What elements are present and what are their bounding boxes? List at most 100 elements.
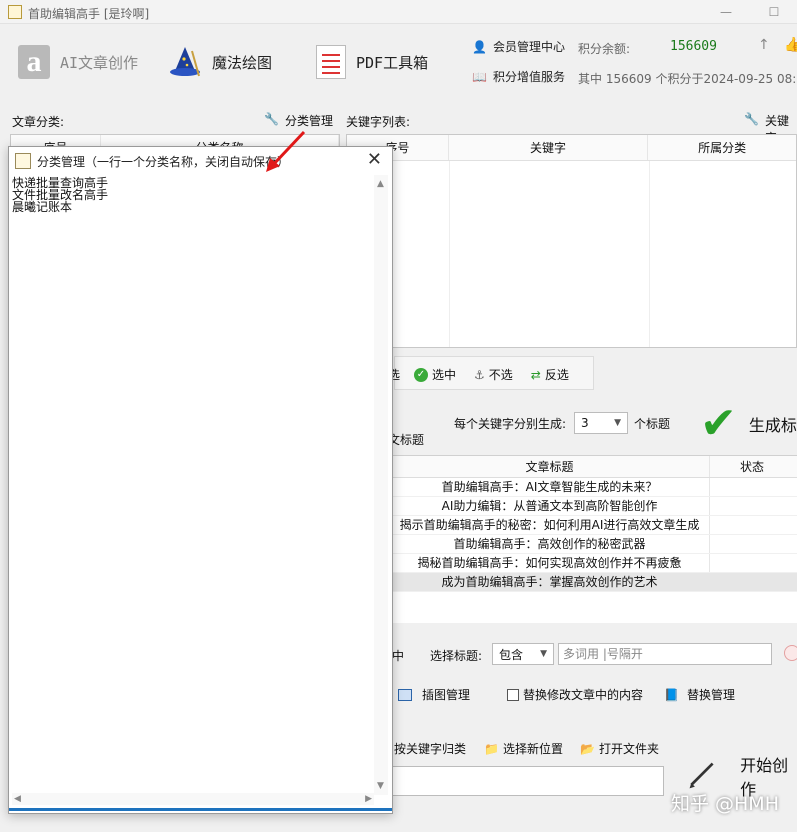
sort-up-icon[interactable]: ↑ — [758, 37, 770, 53]
big-check-icon: ✔ — [700, 398, 737, 449]
keyword-grid[interactable]: 序号 关键字 所属分类 — [346, 134, 797, 348]
table-row[interactable]: AI助力编辑：从普通文本到高阶智能创作 — [390, 497, 797, 516]
choose-location-button[interactable]: 📁 选择新位置 — [484, 740, 563, 757]
title-cell: 首助编辑高手：高效创作的秘密武器 — [390, 535, 710, 553]
category-label: 文章分类: — [12, 115, 65, 129]
replace-manage-label: 替换管理 — [686, 688, 735, 702]
ai-article-button[interactable]: a AI文章创作 — [18, 42, 138, 82]
edit-doc-icon — [15, 153, 31, 169]
title-cell: 揭示首助编辑高手的秘密：如何利用AI进行高效文章生成 — [390, 516, 710, 534]
titles-header: 文章标题 状态 — [390, 456, 797, 478]
member-center-link[interactable]: 👤 会员管理中心 — [472, 38, 565, 55]
vertical-scrollbar[interactable]: ▲ ▼ — [374, 175, 388, 795]
keyword-list-label: 关键字列表: — [346, 115, 411, 129]
open-folder-button[interactable]: 📂 打开文件夹 — [580, 740, 659, 757]
titles-table[interactable]: 文章标题 状态 首助编辑高手：AI文章智能生成的未来？ AI助力编辑：从普通文本… — [390, 455, 797, 623]
invert-icon: ⇄ — [530, 367, 541, 382]
image-icon — [398, 688, 412, 701]
ai-article-label: AI文章创作 — [60, 53, 139, 72]
points-balance-label: 积分余额: — [578, 42, 631, 56]
dialog-title: 分类管理（一行一个分类名称，关闭自动保存） — [37, 155, 290, 169]
table-row[interactable]: 揭示首助编辑高手的秘密：如何利用AI进行高效文章生成 — [390, 516, 797, 535]
dialog-accent-bar — [9, 808, 392, 811]
checkbox-box[interactable] — [507, 688, 519, 701]
annotation-arrow — [266, 130, 306, 172]
select-label: 选中 — [432, 368, 457, 382]
minimize-icon[interactable]: — — [718, 4, 734, 20]
titles-unit: 个标题 — [634, 417, 671, 431]
open-folder-label: 打开文件夹 — [598, 742, 659, 756]
app-icon — [8, 5, 22, 19]
thumbs-up-icon[interactable]: 👍 — [784, 37, 797, 53]
clear-filter-button[interactable] — [784, 645, 797, 661]
per-keyword-label: 每个关键字分别生成: — [454, 417, 567, 431]
horizontal-scrollbar[interactable]: ◀ ▶ — [12, 793, 374, 805]
title-cell: AI助力编辑：从普通文本到高阶智能创作 — [390, 497, 710, 515]
pdf-tools-button[interactable]: PDF工具箱 — [316, 42, 428, 82]
contain-value: 包含 — [499, 647, 524, 662]
contain-select[interactable]: 包含 ▼ — [492, 643, 554, 665]
title-keyword-input[interactable]: 多词用 |号隔开 — [558, 643, 772, 665]
invert-label: 反选 — [544, 368, 569, 382]
deselect-label: 不选 — [488, 368, 513, 382]
replace-content-checkbox[interactable]: 替换修改文章中的内容 — [507, 686, 643, 703]
invert-button[interactable]: ⇄ 反选 — [531, 366, 569, 383]
select-button[interactable]: ✓ 选中 — [414, 366, 456, 383]
close-icon[interactable]: ✕ — [367, 149, 382, 170]
image-manage-button[interactable]: 插图管理 — [398, 686, 470, 703]
check-circle-icon: ✓ — [414, 367, 428, 382]
by-keyword-option[interactable]: 按关键字归类 — [394, 740, 466, 757]
col-article-title: 文章标题 — [390, 456, 710, 477]
folder-plus-icon: 📁 — [484, 741, 499, 756]
magic-draw-button[interactable]: 魔法绘图 — [168, 42, 272, 82]
table-row[interactable]: 首助编辑高手：高效创作的秘密武器 — [390, 535, 797, 554]
select-title-label: 选择标题: — [430, 649, 483, 663]
folder-open-icon: 📂 — [580, 741, 595, 756]
choose-location-label: 选择新位置 — [502, 742, 563, 756]
member-icon: 👤 — [472, 39, 487, 54]
category-manage-label: 分类管理 — [284, 114, 333, 128]
pdf-tools-label: PDF工具箱 — [356, 53, 429, 72]
filter-partial-label: 中 — [392, 649, 405, 663]
wizard-hat-icon — [170, 47, 200, 77]
title-bar: 首助编辑高手 [是玲啊] — ☐ — [0, 0, 797, 24]
maximize-icon[interactable]: ☐ — [766, 4, 782, 20]
deselect-button[interactable]: ⚓ 不选 — [474, 366, 513, 383]
category-textarea[interactable] — [12, 175, 371, 795]
generate-titles-button[interactable]: ✔ 生成标 — [700, 398, 797, 449]
table-row[interactable]: 揭秘首助编辑高手：如何实现高效创作并不再疲惫 — [390, 554, 797, 573]
per-keyword-value: 3 — [581, 416, 589, 430]
table-row[interactable]: 成为首助编辑高手：掌握高效创作的艺术 — [390, 573, 797, 592]
chevron-down-icon: ▼ — [614, 418, 621, 428]
image-manage-label: 插图管理 — [422, 688, 471, 702]
title-partial-label: 文标题 — [388, 433, 425, 447]
chevron-down-icon: ▼ — [540, 649, 547, 659]
book-icon: 📘 — [664, 687, 679, 702]
replace-content-label: 替换修改文章中的内容 — [523, 688, 644, 702]
category-manage-dialog: 分类管理（一行一个分类名称，关闭自动保存） ✕ ▲ ▼ ◀ ▶ — [8, 146, 393, 814]
col-status: 状态 — [739, 460, 764, 474]
pdf-icon — [316, 45, 346, 79]
title-cell: 首助编辑高手：AI文章智能生成的未来？ — [390, 478, 710, 496]
per-keyword-select[interactable]: 3 ▼ — [574, 412, 628, 434]
points-balance: 156609 — [670, 39, 717, 54]
col-keyword: 关键字 — [449, 135, 649, 160]
col-category: 所属分类 — [698, 141, 747, 155]
toolbar: a AI文章创作 魔法绘图 PDF工具箱 👤 会员管理中心 积分余额: 1566… — [0, 24, 797, 98]
title-cell: 揭秘首助编辑高手：如何实现高效创作并不再疲惫 — [390, 554, 710, 572]
member-center-label: 会员管理中心 — [492, 40, 565, 54]
magic-draw-label: 魔法绘图 — [212, 53, 273, 72]
ai-article-icon: a — [18, 45, 50, 79]
replace-manage-button[interactable]: 📘 替换管理 — [664, 686, 735, 703]
watermark: 知乎 @HMH — [670, 793, 779, 815]
save-path-input[interactable] — [392, 766, 664, 796]
category-manage-button[interactable]: 🔧 分类管理 — [264, 112, 333, 129]
pen-icon — [689, 762, 714, 789]
title-cell: 成为首助编辑高手：掌握高效创作的艺术 — [390, 573, 710, 591]
book-icon: 📖 — [472, 69, 487, 84]
wrench-icon: 🔧 — [264, 112, 279, 126]
points-detail: 其中 156609 个积分于2024-09-25 08:26: — [578, 72, 797, 86]
points-service-link[interactable]: 📖 积分增值服务 — [472, 68, 565, 85]
generate-label: 生成标 — [748, 415, 797, 435]
table-row[interactable]: 首助编辑高手：AI文章智能生成的未来？ — [390, 478, 797, 497]
